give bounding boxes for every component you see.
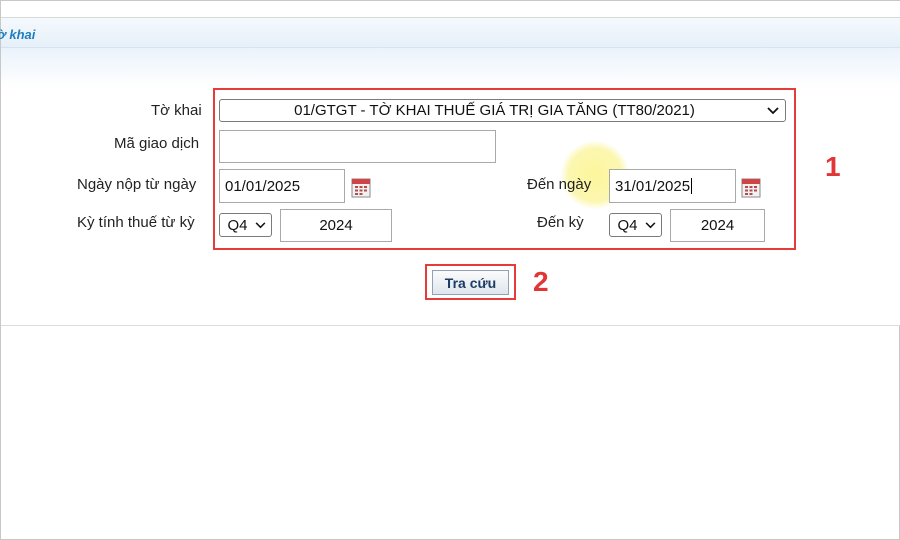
- annotation-marker-1: 1: [825, 151, 841, 182]
- ky-tinh-thue-tu-label: Kỳ tính thuế từ kỳ: [77, 214, 195, 231]
- header-bar: ờ khai: [0, 18, 900, 48]
- top-strip: [1, 1, 900, 18]
- annotation-marker-2: 2: [533, 266, 549, 297]
- form-highlight-box: [213, 88, 796, 250]
- header-title: ờ khai: [0, 27, 36, 42]
- to-khai-label: Tờ khai: [151, 102, 202, 119]
- ma-giao-dich-label: Mã giao dịch: [114, 135, 200, 152]
- search-button[interactable]: Tra cứu: [432, 270, 509, 295]
- ngay-nop-tu-label: Ngày nộp từ ngày: [77, 176, 197, 193]
